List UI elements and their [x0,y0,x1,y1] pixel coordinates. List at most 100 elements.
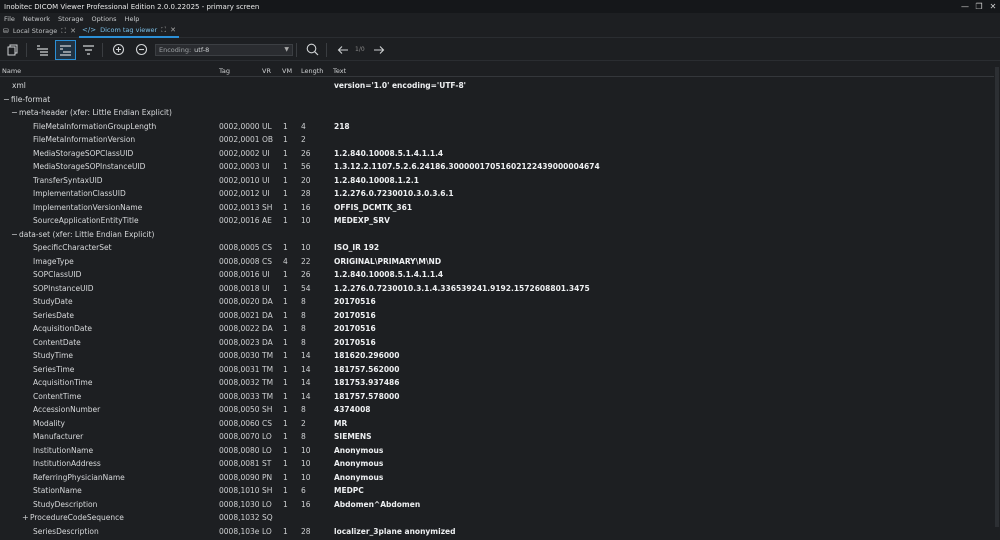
encoding-select[interactable]: Encoding: utf-8 ▼ [155,43,293,56]
table-row[interactable]: InstitutionAddress 0008,0081 ST 1 10 Anonymou… [0,457,1000,471]
tag-cell: 0002,0013 [219,202,260,212]
table-row[interactable]: − data-set (xfer: Little Endian Explicit) [0,228,1000,242]
copy-icon[interactable] [2,40,23,60]
column-header-text[interactable]: Text [333,67,346,75]
table-row[interactable]: SeriesTime 0008,0031 TM 1 14 181757.562000 [0,363,1000,377]
table-row[interactable]: ImageType 0008,0008 CS 4 22 ORIGINAL\PRIMARY\… [0,255,1000,269]
tag-cell: 0008,0022 [219,324,260,333]
name-cell: AcquisitionDate [33,324,93,333]
menu-file[interactable]: File [0,15,19,23]
tab-local-storage[interactable]: ⛁ Local Storage ⛶ ✕ [0,25,79,38]
scrollbar-thumb[interactable] [995,67,999,527]
table-row[interactable]: − meta-header (xfer: Little Endian Explic… [0,106,1000,120]
menu-options[interactable]: Options [87,15,120,23]
table-row[interactable]: StudyDescription 0008,1030 LO 1 16 Abdomen^Ab… [0,498,1000,512]
table-row[interactable]: SourceApplicationEntityTitle 0002,0016 AE 1… [0,214,1000,228]
table-row[interactable]: ContentDate 0008,0023 DA 1 8 20170516 [0,336,1000,350]
length-cell: 4 [301,121,306,131]
text-cell: Anonymous [334,445,384,455]
tag-cell: 0008,0070 [219,432,260,441]
collapse-all-icon[interactable] [55,39,76,60]
text-cell: 1.3.12.2.1107.5.2.6.24186.30000017051602… [334,162,600,171]
expand-all-icon[interactable] [32,40,53,60]
collapse-icon[interactable]: − [11,108,18,117]
tag-cell: 0008,0018 [219,283,260,293]
table-row[interactable]: SOPClassUID 0008,0016 UI 1 26 1.2.840.10008.5… [0,268,1000,282]
table-row[interactable]: + ProcedureCodeSequence 0008,1032 SQ [0,511,1000,525]
menu-help[interactable]: Help [121,15,144,23]
column-header-vr[interactable]: VR [262,67,271,75]
name-cell: Manufacturer [33,432,84,441]
table-row[interactable]: xml version='1.0' encoding='UTF-8' [0,79,1000,93]
text-cell: 4374008 [334,405,371,414]
length-cell: 28 [301,526,311,536]
table-row[interactable]: Manufacturer 0008,0070 LO 1 8 SIEMENS [0,430,1000,444]
arrow-right-icon[interactable] [369,40,390,60]
vm-cell: 1 [283,472,288,482]
table-row[interactable]: Modality 0008,0060 CS 1 2 MR [0,417,1000,431]
table-row[interactable]: StationName 0008,1010 SH 1 6 MEDPC [0,484,1000,498]
column-header-tag[interactable]: Tag [219,67,230,75]
toolbar-divider [26,42,27,57]
column-header-length[interactable]: Length [301,67,323,75]
table-row[interactable]: SOPInstanceUID 0008,0018 UI 1 54 1.2.276.0.72… [0,282,1000,296]
vm-cell: 1 [283,202,288,212]
table-row[interactable]: SpecificCharacterSet 0008,0005 CS 1 10 ISO_IR… [0,241,1000,255]
tag-cell: 0008,0060 [219,418,260,428]
filter-icon[interactable] [78,40,99,60]
name-cell: AcquisitionTime [33,378,93,387]
arrow-left-icon[interactable] [332,40,353,60]
column-header-vm[interactable]: VM [282,67,292,75]
table-row[interactable]: SeriesDate 0008,0021 DA 1 8 20170516 [0,309,1000,323]
table-row[interactable]: AcquisitionTime 0008,0032 TM 1 14 181753.9374… [0,376,1000,390]
table-row[interactable]: SeriesDescription 0008,103e LO 1 28 localizer… [0,525,1000,539]
table-row[interactable]: ImplementationVersionName 0002,0013 SH 1 16 O… [0,201,1000,215]
table-row[interactable]: FileMetaInformationVersion 0002,0001 OB 1 2 [0,133,1000,147]
text-cell: 1.2.276.0.7230010.3.1.4.336539241.9192.1… [334,283,590,293]
table-row[interactable]: AcquisitionDate 0008,0022 DA 1 8 20170516 [0,322,1000,336]
close-tab-icon[interactable]: ✕ [170,26,176,34]
text-cell: 1.2.840.10008.1.2.1 [334,175,419,185]
detach-tab-icon[interactable]: ⛶ [161,26,166,35]
table-row[interactable]: FileMetaInformationGroupLength 0002,0000 U… [0,120,1000,134]
close-tab-icon[interactable]: ✕ [70,27,76,35]
text-cell: 20170516 [334,337,376,347]
detach-tab-icon[interactable]: ⛶ [61,27,66,36]
zoom-in-icon[interactable] [108,40,129,60]
table-row[interactable]: StudyTime 0008,0030 TM 1 14 181620.296000 [0,349,1000,363]
table-row[interactable]: − file-format [0,93,1000,107]
length-cell: 28 [301,189,311,198]
table-row[interactable]: InstitutionName 0008,0080 LO 1 10 Anonymous [0,444,1000,458]
length-cell: 56 [301,162,311,171]
table-row[interactable]: MediaStorageSOPClassUID 0002,0002 UI 1 26 1.2… [0,147,1000,161]
text-cell: Anonymous [334,459,384,468]
collapse-icon[interactable]: − [11,230,18,239]
vm-cell: 1 [283,162,288,171]
text-cell: ORIGINAL\PRIMARY\M\ND [334,256,442,266]
table-row[interactable]: AccessionNumber 0008,0050 SH 1 8 4374008 [0,403,1000,417]
tag-cell: 0008,0016 [219,270,260,279]
close-window-button[interactable]: ✕ [986,0,1000,13]
vertical-scrollbar[interactable] [994,65,1000,540]
table-row[interactable]: StudyDate 0008,0020 DA 1 8 20170516 [0,295,1000,309]
table-row[interactable]: ReferringPhysicianName 0008,0090 PN 1 10 Anon… [0,471,1000,485]
tag-cell: 0002,0002 [219,148,260,158]
menu-network[interactable]: Network [19,15,54,23]
table-row[interactable]: TransferSyntaxUID 0002,0010 UI 1 20 1.2.840.1… [0,174,1000,188]
zoom-out-icon[interactable] [131,40,152,60]
table-row[interactable]: ImplementationClassUID 0002,0012 UI 1 28 1.2.… [0,187,1000,201]
search-icon[interactable] [302,40,323,60]
table-row[interactable]: ContentTime 0008,0033 TM 1 14 181757.578000 [0,390,1000,404]
text-cell: 218 [334,121,350,131]
table-row[interactable]: MediaStorageSOPInstanceUID 0002,0003 UI 1 56… [0,160,1000,174]
expand-icon[interactable]: + [22,513,29,522]
toolbar: Encoding: utf-8 ▼ 1/0 [0,39,1000,61]
column-header-name[interactable]: Name [2,67,21,75]
tab-dicom-tag-viewer[interactable]: </> Dicom tag viewer ⛶ ✕ [79,25,180,38]
vm-cell: 1 [283,310,288,320]
menu-storage[interactable]: Storage [54,15,87,23]
minimize-button[interactable]: — [958,0,972,13]
maximize-button[interactable]: ❐ [972,0,986,13]
name-cell: InstitutionAddress [33,459,101,468]
collapse-icon[interactable]: − [3,95,10,104]
